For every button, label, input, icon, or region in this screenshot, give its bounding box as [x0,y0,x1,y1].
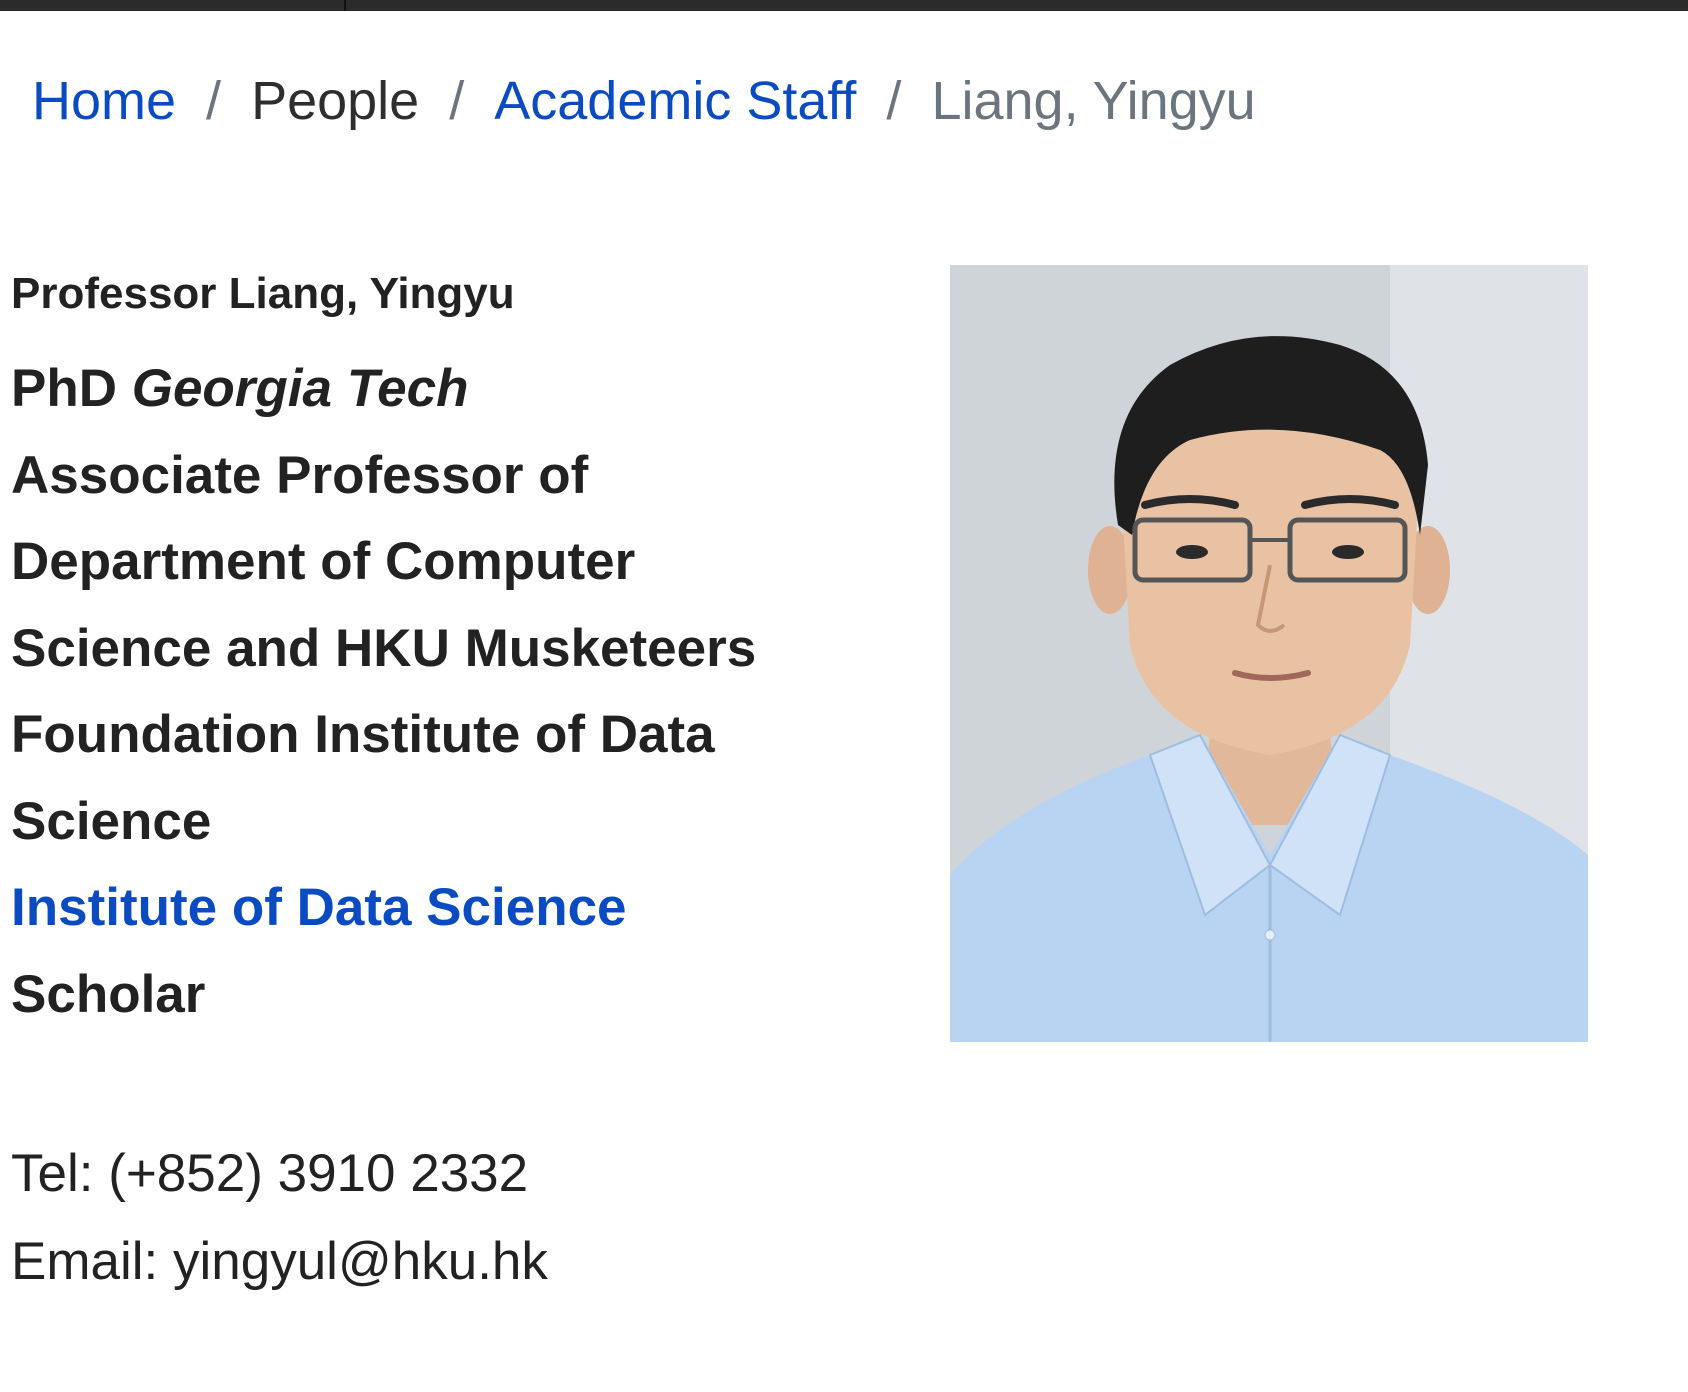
breadcrumb-people: People [251,71,420,131]
breadcrumb-home-link[interactable]: Home [32,71,176,131]
profile-photo [950,265,1588,1042]
degree: PhD [11,359,117,418]
contact-section: Tel: (+852) 3910 2332 Email: yingyul@hku… [11,1130,548,1306]
title-line: Science [11,791,212,851]
breadcrumb-academic-staff-link[interactable]: Academic Staff [494,71,856,131]
degree-institution: Georgia Tech [131,359,469,418]
profile-details: PhD Georgia Tech Associate Professor of … [11,346,851,1038]
breadcrumb-separator: / [886,71,902,131]
title-line: Department of Computer [11,532,636,591]
breadcrumb: Home / People / Academic Staff / Liang, Yingyu [32,62,1256,140]
email: Email: yingyul@hku.hk [11,1232,548,1291]
scholar-label: Scholar [11,964,206,1024]
portrait-illustration [950,265,1588,1042]
breadcrumb-separator: / [449,71,465,131]
telephone: Tel: (+852) 3910 2332 [11,1144,529,1203]
title-line: Science and HKU Musketeers [11,618,757,678]
top-bar-divider [344,0,346,11]
title-line: Associate Professor of [11,445,589,505]
title-line: Foundation Institute of Data [11,705,715,764]
breadcrumb-current: Liang, Yingyu [931,71,1256,131]
browser-top-bar [0,0,1688,11]
institute-of-data-science-link[interactable]: Institute of Data Science [11,865,851,952]
degree-line: PhD Georgia Tech [11,346,851,433]
profile-section: Professor Liang, Yingyu PhD Georgia Tech… [11,262,851,1038]
breadcrumb-separator: / [206,71,222,131]
profile-name: Professor Liang, Yingyu [11,269,515,318]
